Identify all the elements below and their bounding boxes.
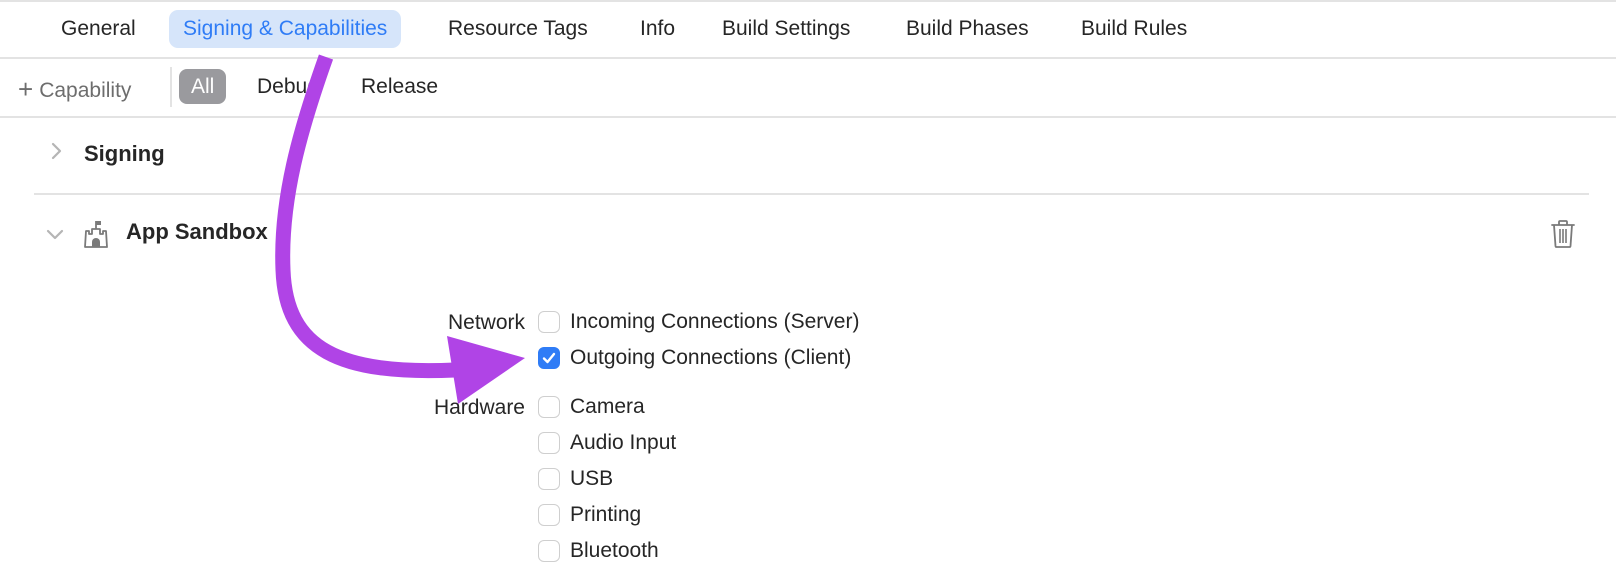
outgoing-connections-option[interactable]: Outgoing Connections (Client)	[538, 343, 851, 373]
outgoing-connections-checkbox[interactable]	[538, 347, 560, 369]
add-capability-button[interactable]: + Capability	[18, 73, 131, 104]
network-label: Network	[447, 311, 525, 334]
chevron-down-icon[interactable]	[45, 224, 65, 244]
tab-signing-capabilities[interactable]: Signing & Capabilities	[169, 10, 402, 48]
segment-all[interactable]: All	[179, 69, 227, 104]
bluetooth-checkbox[interactable]	[538, 540, 560, 562]
incoming-connections-label: Incoming Connections (Server)	[570, 310, 860, 333]
camera-option[interactable]: Camera	[538, 392, 645, 422]
hardware-label: Hardware	[433, 396, 525, 419]
tab-info[interactable]: Info	[626, 10, 689, 48]
section-title-app-sandbox[interactable]: App Sandbox	[126, 219, 268, 245]
usb-label: USB	[570, 467, 614, 490]
audio-input-option[interactable]: Audio Input	[538, 428, 676, 458]
printing-label: Printing	[570, 503, 642, 526]
editor-tab-bar: General Signing & Capabilities Resource …	[0, 2, 1616, 59]
capability-filter-bar: + Capability All Debug Release	[0, 59, 1616, 118]
segment-debug[interactable]: Debug	[245, 69, 331, 104]
trash-icon[interactable]	[1550, 219, 1576, 249]
tab-general[interactable]: General	[47, 10, 150, 48]
tab-build-phases[interactable]: Build Phases	[892, 10, 1043, 48]
section-title-signing[interactable]: Signing	[84, 141, 165, 167]
toolbar-separator	[170, 67, 172, 107]
bluetooth-label: Bluetooth	[570, 539, 659, 562]
plus-icon: +	[18, 74, 34, 104]
checkmark-icon	[542, 352, 556, 364]
annotation-arrow-head	[447, 336, 525, 404]
tab-build-settings[interactable]: Build Settings	[708, 10, 864, 48]
bluetooth-option[interactable]: Bluetooth	[538, 536, 659, 566]
audio-input-label: Audio Input	[570, 431, 677, 454]
usb-checkbox[interactable]	[538, 468, 560, 490]
audio-input-checkbox[interactable]	[538, 432, 560, 454]
incoming-connections-option[interactable]: Incoming Connections (Server)	[538, 307, 859, 337]
printing-checkbox[interactable]	[538, 504, 560, 526]
tab-build-rules[interactable]: Build Rules	[1067, 10, 1201, 48]
usb-option[interactable]: USB	[538, 464, 613, 494]
camera-label: Camera	[570, 395, 645, 418]
section-divider	[34, 193, 1589, 195]
castle-icon	[84, 221, 108, 248]
printing-option[interactable]: Printing	[538, 500, 641, 530]
outgoing-connections-label: Outgoing Connections (Client)	[570, 346, 852, 369]
segment-release[interactable]: Release	[349, 69, 450, 104]
incoming-connections-checkbox[interactable]	[538, 311, 560, 333]
add-capability-label: Capability	[39, 79, 132, 102]
tab-resource-tags[interactable]: Resource Tags	[434, 10, 602, 48]
camera-checkbox[interactable]	[538, 396, 560, 418]
chevron-right-icon[interactable]	[46, 141, 66, 161]
